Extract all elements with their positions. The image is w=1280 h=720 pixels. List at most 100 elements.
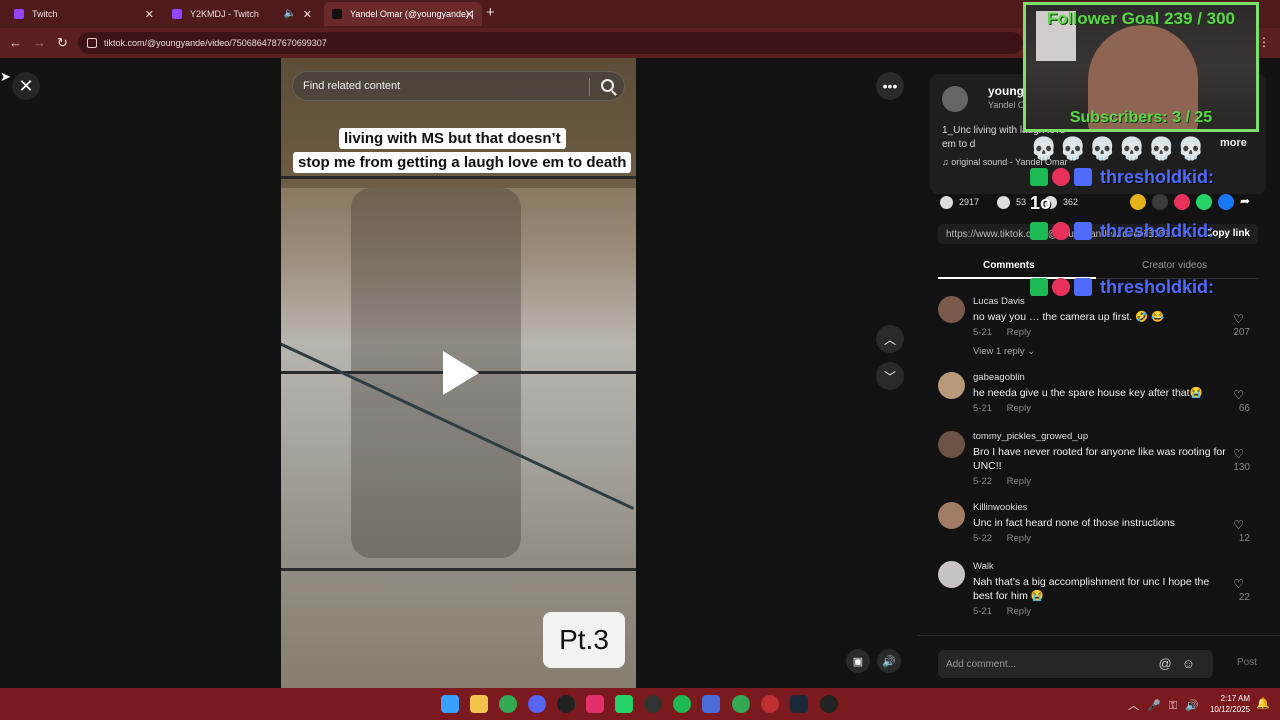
tab-y2kmdj[interactable]: Y2KMDJ - Twitch 🔈 ✕ (164, 2, 320, 26)
comment-icon[interactable] (997, 195, 1011, 209)
chrome-icon[interactable] (499, 695, 517, 713)
avatar[interactable] (938, 561, 965, 588)
chat-message: thresholdkid: (1030, 220, 1214, 242)
post-button[interactable]: Post (1237, 657, 1257, 668)
picture-in-picture-icon[interactable]: ▣ (846, 649, 870, 673)
speaker-icon[interactable]: 🔈 (284, 8, 296, 19)
tab-close-icon[interactable]: ✕ (145, 8, 154, 21)
comment-username[interactable]: Lucas Davis (973, 296, 1025, 307)
heart-icon[interactable]: ♡ (1233, 312, 1244, 326)
system-tray[interactable]: ︿🎤⚿🔊 (1128, 697, 1207, 713)
find-related-search[interactable]: Find related content (292, 71, 625, 101)
volume-icon[interactable]: 🔊 (877, 649, 901, 673)
comment-count: 53 (1016, 197, 1027, 207)
heart-badge-icon (1052, 168, 1070, 186)
comment-username[interactable]: tommy_pickles_growed_up (973, 431, 1088, 442)
heart-icon[interactable]: ♡ (1233, 388, 1244, 402)
comment-meta: 5-22 Reply (973, 533, 1031, 544)
comment-meta: 5-21 Reply (973, 606, 1031, 617)
tab-comments[interactable]: Comments (983, 260, 1035, 271)
next-video-button[interactable]: ﹀ (876, 362, 904, 390)
start-menu-icon[interactable] (441, 695, 459, 713)
tab-tiktok[interactable]: Yandel Omar (@youngyande) | ✕ (324, 2, 482, 26)
repost-icon[interactable] (1174, 194, 1190, 210)
instagram-icon[interactable] (586, 695, 604, 713)
mention-icon[interactable]: @ (1159, 656, 1182, 671)
share-arrow-icon[interactable]: ➦ (1240, 194, 1256, 210)
chat-badge-icon (1030, 222, 1048, 240)
video-player[interactable]: Find related content living with MS but … (281, 58, 636, 688)
chat-badge-icon (1030, 168, 1048, 186)
chatgpt-icon[interactable] (644, 695, 662, 713)
app-icon[interactable] (761, 695, 779, 713)
avatar[interactable] (938, 372, 965, 399)
heart-icon[interactable]: ♡ (1233, 577, 1244, 591)
comment-like-count: 66 (1238, 403, 1250, 414)
chrome-active-icon[interactable] (732, 695, 750, 713)
whatsapp-icon[interactable] (1196, 194, 1212, 210)
tab-twitch[interactable]: Twitch ✕ (6, 2, 162, 26)
file-explorer-icon[interactable] (470, 695, 488, 713)
comment-meta: 5-21 Reply (973, 327, 1031, 338)
remote-desktop-icon[interactable] (702, 695, 720, 713)
discord-icon[interactable] (528, 695, 546, 713)
notification-icon[interactable]: 🔔 (1256, 697, 1270, 710)
comment-username[interactable]: gabeagoblin (973, 372, 1025, 383)
avatar[interactable] (938, 296, 965, 323)
facebook-icon[interactable] (1218, 194, 1234, 210)
tab-creator-videos[interactable]: Creator videos (1142, 260, 1207, 271)
heart-icon[interactable]: ♡ (1233, 518, 1244, 532)
reply-button[interactable]: Reply (1007, 533, 1031, 544)
obs-icon[interactable] (557, 695, 575, 713)
comment-username[interactable]: Killinwookies (973, 502, 1027, 513)
search-icon[interactable] (601, 79, 614, 92)
comment-like-count: 207 (1233, 327, 1250, 338)
embed-icon[interactable] (1152, 194, 1168, 210)
steam-icon[interactable] (790, 695, 808, 713)
more-options-button[interactable]: ••• (876, 72, 904, 100)
video-caption-line: living with MS but that doesn’t (339, 128, 566, 149)
webcam-overlay: Follower Goal 239 / 300 Subscribers: 3 /… (1023, 2, 1259, 132)
more-link[interactable]: more (1220, 137, 1247, 149)
reply-button[interactable]: Reply (1007, 403, 1031, 414)
tab-close-icon[interactable]: ✕ (465, 8, 474, 21)
logitech-icon[interactable] (820, 695, 838, 713)
clock-time: 2:17 AM (1220, 694, 1250, 703)
clock-date: 10/12/2025 (1209, 705, 1250, 714)
back-arrow-icon[interactable]: ← (9, 35, 22, 50)
comment-username[interactable]: Walk (973, 561, 994, 572)
avatar[interactable] (938, 431, 965, 458)
engagement-stats: 2917 53 362 (940, 194, 1078, 210)
whatsapp-icon[interactable] (615, 695, 633, 713)
avatar[interactable] (938, 502, 965, 529)
site-info-icon[interactable] (87, 38, 97, 48)
heart-icon[interactable] (940, 195, 953, 209)
address-bar[interactable]: tiktok.com/@youngyande/video/75068647876… (78, 32, 1023, 54)
view-replies-button[interactable]: View 1 reply ⌄ (973, 346, 1035, 357)
close-video-button[interactable]: ✕ (12, 72, 40, 100)
reply-button[interactable]: Reply (1007, 606, 1031, 617)
tab-title: Y2KMDJ - Twitch (190, 9, 259, 19)
share-icons: ➦ (1130, 194, 1256, 210)
reload-icon[interactable]: ↻ (57, 35, 68, 51)
follower-goal: Follower Goal 239 / 300 (1046, 9, 1236, 28)
heart-icon[interactable]: ♡ (1233, 447, 1244, 461)
previous-video-button[interactable]: ︿ (876, 325, 904, 353)
reply-button[interactable]: Reply (1007, 476, 1031, 487)
chat-username: thresholdkid: (1100, 276, 1215, 297)
clock[interactable]: 2:17 AM 10/12/2025 (1206, 693, 1250, 715)
spotify-icon[interactable] (673, 695, 691, 713)
chat-message: 1o (1030, 192, 1051, 214)
tab-title: Yandel Omar (@youngyande) | (350, 9, 474, 19)
emoji-icon[interactable]: ☺ (1182, 656, 1205, 671)
creator-avatar[interactable] (942, 86, 968, 112)
play-icon[interactable] (443, 351, 479, 395)
coin-icon[interactable] (1130, 194, 1146, 210)
tab-close-icon[interactable]: ✕ (303, 8, 312, 21)
browser-menu-icon[interactable]: ⋮ (1258, 35, 1270, 49)
forward-arrow-icon[interactable]: → (33, 35, 46, 50)
add-comment-input[interactable]: Add comment... @☺ (938, 650, 1213, 678)
new-tab-plus-icon[interactable]: + (486, 4, 495, 21)
reply-button[interactable]: Reply (1007, 327, 1031, 338)
windows-taskbar: ︿🎤⚿🔊 2:17 AM 10/12/2025 🔔 (0, 688, 1280, 720)
